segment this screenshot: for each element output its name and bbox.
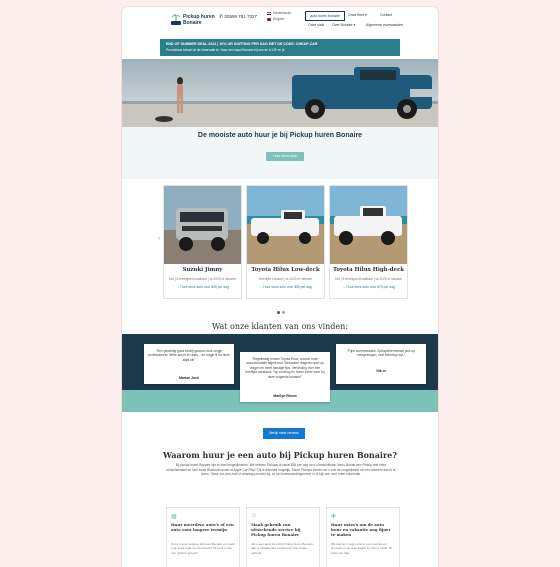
car-card-hilux-low[interactable]: Toyota Hilux Low-deck Heerlijke robuust … (246, 185, 325, 299)
review-author: Marion Jock (179, 376, 199, 380)
feature-card: ✚ Huur extra's om de auto huur en vakant… (326, 507, 400, 567)
car-desc: 4x4 | 5 terreigoed haalbaar | vk 2020 of… (334, 277, 403, 281)
palm-logo-icon (171, 14, 181, 25)
plus-icon: ✚ (331, 514, 337, 520)
site-logo[interactable]: Pickup huren Bonaire (170, 12, 215, 28)
lang-english[interactable]: English (267, 17, 284, 21)
feature-title: Huur meerdere auto's of een auto voor la… (171, 522, 234, 532)
review-text: "Fijne communicatie. Spiksplinternieuwe … (347, 349, 415, 358)
lang-dutch[interactable]: Nederlands (267, 11, 291, 15)
carousel-prev-icon[interactable]: ‹ (158, 236, 160, 242)
why-title: Waarom huur je een auto bij Pickup huren… (163, 450, 397, 460)
promo-banner: END OF SUMMER DEAL 2022 | 10% OR KORTING… (160, 39, 400, 56)
feature-card: ▦ Huur meerdere auto's of een auto voor … (166, 507, 240, 567)
nav-vision[interactable]: Onze visie (308, 23, 324, 27)
car-name: Suzuki Jimny (182, 267, 223, 273)
carousel-dot[interactable] (282, 311, 285, 314)
phone-text: 00599 781 7327 (224, 14, 258, 19)
car-image-hilux-high (330, 186, 407, 264)
site-header: Pickup huren Bonaire ✆ 00599 781 7327 Ne… (122, 7, 438, 37)
review-author: Nik m (376, 369, 386, 373)
car-image-hilux-low (247, 186, 324, 264)
feature-text: Als u een auto huurt bij Pickup huren Bo… (251, 542, 314, 555)
car-card-hilux-high[interactable]: Toyota Hilux High-deck 4x4 | 5 terreigoe… (329, 185, 408, 299)
logo-text-2: Bonaire (183, 20, 202, 26)
rent-car-nav-button[interactable]: auto huren bonaire (305, 11, 345, 21)
promo-headline: END OF SUMMER DEAL 2022 | 10% OR KORTING… (166, 42, 318, 46)
feature-card: ☺ Maak gebruik van uitstekende service b… (246, 507, 320, 567)
review-card: "Fijne communicatie. Spiksplinternieuwe … (336, 344, 426, 384)
car-name: Toyota Hilux High-deck (332, 267, 405, 273)
nav-terms[interactable]: Algemene voorwaarden (366, 23, 403, 27)
car-price-link[interactable]: → Huur deze auto voor $55 per dag (250, 285, 321, 289)
review-card: "Regelmatig reuzen Toyota Hilux, voorzie… (240, 352, 330, 402)
promo-subline: Promotions betaal uit de reservatie te. … (166, 48, 286, 52)
calendar-icon: ▦ (171, 514, 177, 520)
car-name: Toyota Hilux Low-deck (251, 267, 320, 273)
review-text: "Een geweldig goed bedrijf gewoon leuk z… (148, 349, 230, 362)
car-card-jimny[interactable]: Suzuki Jimny 4x4 | 5 terreigoed haalbaar… (163, 185, 242, 299)
car-price-link[interactable]: → Huur deze auto voor $45 per dag (167, 285, 238, 289)
people-icon: ☺ (251, 513, 258, 519)
carousel-dots (277, 301, 287, 319)
more-reviews-button[interactable]: Bekijk meer reviews (263, 428, 305, 439)
feature-text: Wij kunnen zorgen dat er een snorkel en … (331, 542, 392, 555)
car-image-jimny (164, 186, 241, 264)
review-text: "Regelmatig reuzen Toyota Hilux, voorzie… (245, 357, 325, 379)
why-text: Bij pickup huren Bonaire zijn er veel mo… (166, 463, 396, 477)
feature-text: Komt u voor langere tijd naar Bonaire en… (171, 542, 235, 555)
reviews-title: Wat onze klanten van ons vinden: (211, 322, 349, 331)
car-desc: Heerlijke robuust | vk 2020 of nieuwer (258, 277, 313, 281)
review-author: Marilyn Rieum (273, 394, 297, 398)
nav-fleet[interactable]: Onze fleet ▾ (348, 13, 367, 17)
website-frame: Pickup huren Bonaire ✆ 00599 781 7327 Ne… (122, 7, 438, 567)
nav-contact[interactable]: Contact (380, 13, 392, 17)
hero-title: De mooiste auto huur je bij Pickup huren… (197, 132, 363, 139)
review-card: "Een geweldig goed bedrijf gewoon leuk z… (144, 344, 234, 384)
hero-image (122, 59, 438, 127)
english-flag-icon (267, 17, 271, 21)
nav-about-bonaire[interactable]: Over Bonaire ▾ (332, 23, 355, 27)
feature-title: Huur extra's om de auto huur en vakantie… (331, 522, 391, 537)
car-desc: 4x4 | 5 terreigoed haalbaar | vk 2020 of… (168, 277, 237, 281)
carousel-dot[interactable] (277, 311, 280, 314)
dutch-flag-icon (267, 11, 271, 15)
car-price-link[interactable]: → Huur deze auto voor $75 per dag (333, 285, 404, 289)
phone-icon: ✆ (219, 14, 224, 20)
rent-now-button[interactable]: Huur direct auto (266, 152, 304, 161)
phone-number[interactable]: ✆ 00599 781 7327 (219, 14, 257, 20)
feature-title: Maak gebruik van uitstekende service bij… (251, 522, 301, 537)
